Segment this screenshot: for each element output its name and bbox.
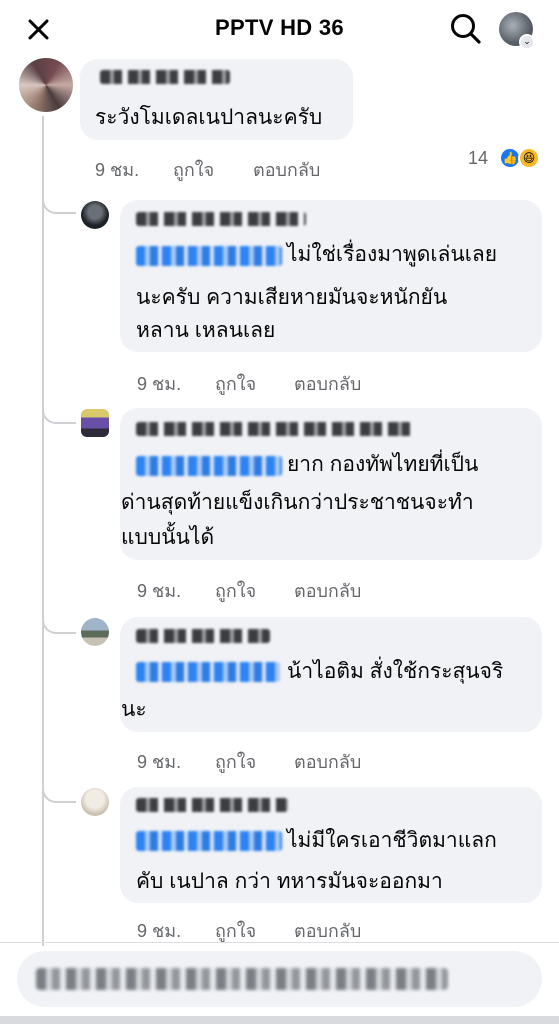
reply-avatar[interactable] xyxy=(81,201,109,229)
reply-connector xyxy=(42,785,76,803)
reply-avatar[interactable] xyxy=(81,618,109,646)
reply-meta: 9 ชม. ถูกใจ ตอบกลับ xyxy=(137,369,397,394)
close-icon[interactable] xyxy=(22,14,54,46)
comment-time: 9 ชม. xyxy=(95,160,140,180)
composer-divider xyxy=(0,942,559,943)
reply-button[interactable]: ตอบกลับ xyxy=(294,576,361,605)
reply-name-redacted[interactable] xyxy=(136,798,288,812)
reply-text-line: ไม่มีใครเอาชีวิตมาแลก xyxy=(287,829,497,852)
comment-input-placeholder-redacted xyxy=(36,968,448,990)
thread-line xyxy=(42,116,44,946)
like-button[interactable]: ถูกใจ xyxy=(173,155,214,184)
like-button[interactable]: ถูกใจ xyxy=(215,747,256,776)
like-button[interactable]: ถูกใจ xyxy=(215,916,256,945)
reply-time: 9 ชม. xyxy=(137,921,182,941)
commenter-avatar[interactable] xyxy=(19,58,73,112)
reply-meta: 9 ชม. ถูกใจ ตอบกลับ xyxy=(137,576,397,601)
reply-time: 9 ชม. xyxy=(137,752,182,772)
top-bar: PPTV HD 36 ⌄ xyxy=(0,0,559,58)
reply-button[interactable]: ตอบกลับ xyxy=(253,155,320,184)
reply-text-line: นะ xyxy=(121,698,147,721)
reply-button[interactable]: ตอบกลับ xyxy=(294,369,361,398)
reply-text-line: นะครับ ความเสียหายมันจะหนักยัน xyxy=(136,286,448,309)
comment-meta: 9 ชม. ถูกใจ ตอบกลับ xyxy=(95,155,455,180)
commenter-name-redacted[interactable] xyxy=(100,70,230,84)
reply-time: 9 ชม. xyxy=(137,581,182,601)
reply-name-redacted[interactable] xyxy=(136,212,306,226)
mention-tag-redacted[interactable] xyxy=(136,246,282,266)
reaction-count[interactable]: 14 xyxy=(468,148,488,169)
like-button[interactable]: ถูกใจ xyxy=(215,576,256,605)
bottom-bar xyxy=(0,1016,559,1024)
reply-avatar[interactable] xyxy=(81,788,109,816)
mention-tag-redacted[interactable] xyxy=(136,456,282,476)
mention-tag-redacted[interactable] xyxy=(136,662,280,682)
haha-reaction-icon: 😆 xyxy=(518,147,540,169)
chevron-down-icon[interactable]: ⌄ xyxy=(519,34,535,50)
reply-text-line: ไม่ใช่เรื่องมาพูดเล่นเลย xyxy=(287,243,498,266)
reply-button[interactable]: ตอบกลับ xyxy=(294,916,361,945)
comment-text: ระวังโมเดลเนปาลนะครับ xyxy=(95,106,323,129)
reply-connector xyxy=(42,196,76,214)
reply-avatar[interactable] xyxy=(81,409,109,437)
reply-text-line: คับ เนปาล กว่า ทหารมันจะออกมา xyxy=(136,870,443,893)
reply-text-line: ยาก กองทัพไทยที่เป็น xyxy=(287,453,479,476)
search-icon[interactable] xyxy=(449,12,483,46)
reply-connector xyxy=(42,616,76,634)
reply-text-line: น้าไอติม สั่งใช้กระสุนจริ xyxy=(287,660,504,683)
mention-tag-redacted[interactable] xyxy=(136,831,282,851)
reply-name-redacted[interactable] xyxy=(136,629,270,643)
like-button[interactable]: ถูกใจ xyxy=(215,369,256,398)
reply-text-line: แบบนั้นได้ xyxy=(121,526,215,549)
reply-name-redacted[interactable] xyxy=(136,422,412,436)
reply-connector xyxy=(42,406,76,424)
reply-meta: 9 ชม. ถูกใจ ตอบกลับ xyxy=(137,747,397,772)
reply-text-line: หลาน เหลนเลย xyxy=(136,319,276,342)
reply-time: 9 ชม. xyxy=(137,374,182,394)
reply-button[interactable]: ตอบกลับ xyxy=(294,747,361,776)
reply-text-line: ด่านสุดท้ายแข็งเกินกว่าประชาชนจะทำ xyxy=(121,491,474,514)
reply-meta: 9 ชม. ถูกใจ ตอบกลับ xyxy=(137,916,397,941)
